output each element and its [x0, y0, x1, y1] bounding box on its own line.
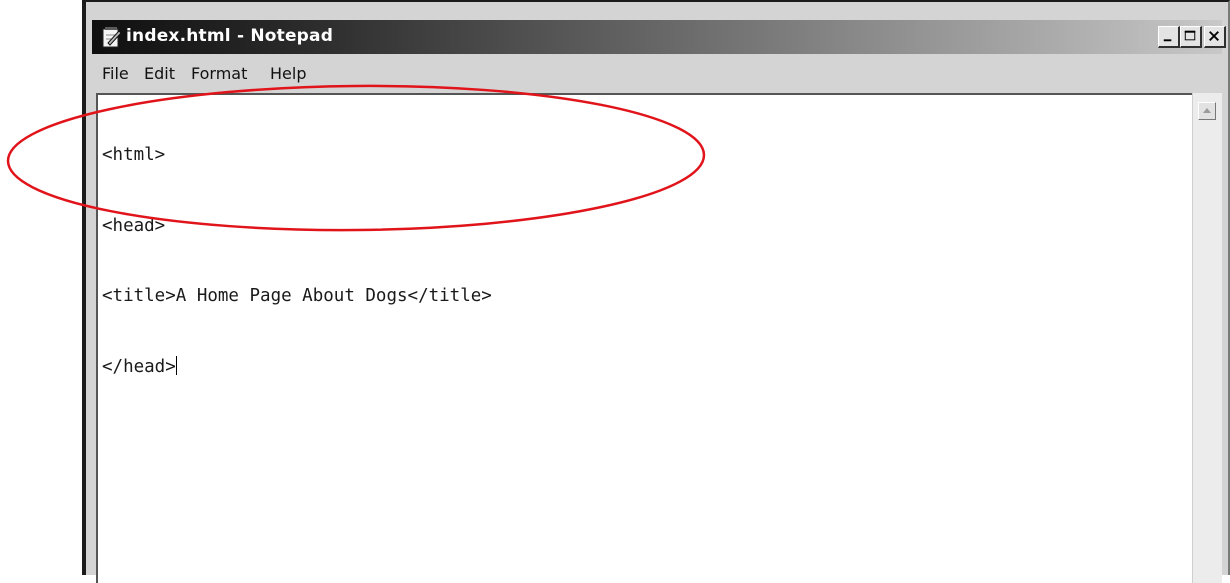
- close-button[interactable]: [1204, 26, 1226, 48]
- notepad-window: index.html - Notepad File Edit Format He…: [82, 0, 1230, 583]
- scroll-up-button[interactable]: [1198, 102, 1216, 120]
- maximize-button[interactable]: [1180, 26, 1202, 48]
- code-line-with-caret: </head>: [102, 355, 492, 380]
- code-line: <html>: [102, 145, 166, 165]
- minimize-icon: [1163, 39, 1172, 42]
- menu-help[interactable]: Help: [270, 64, 306, 83]
- notepad-icon: [102, 27, 122, 48]
- window-title: index.html - Notepad: [126, 26, 334, 46]
- text-caret: [175, 355, 177, 375]
- minimize-button[interactable]: [1158, 26, 1180, 48]
- text-editor-area[interactable]: <html> <head> <title>A Home Page About D…: [96, 93, 1192, 583]
- scroll-up-arrow-icon: [1203, 108, 1211, 113]
- title-bar[interactable]: index.html - Notepad: [92, 20, 1226, 54]
- document-text: <html> <head> <title>A Home Page About D…: [102, 97, 492, 426]
- code-line: <title>A Home Page About Dogs</title>: [102, 286, 492, 306]
- menu-format[interactable]: Format: [191, 64, 247, 83]
- code-line-text: </head>: [102, 356, 176, 377]
- code-line: <head>: [102, 215, 166, 236]
- close-icon: [1209, 31, 1219, 41]
- menu-file[interactable]: File: [102, 64, 129, 83]
- menu-edit[interactable]: Edit: [144, 64, 175, 83]
- maximize-icon: [1184, 30, 1196, 41]
- vertical-scrollbar[interactable]: [1192, 93, 1222, 583]
- menu-bar: File Edit Format Help: [92, 58, 1222, 88]
